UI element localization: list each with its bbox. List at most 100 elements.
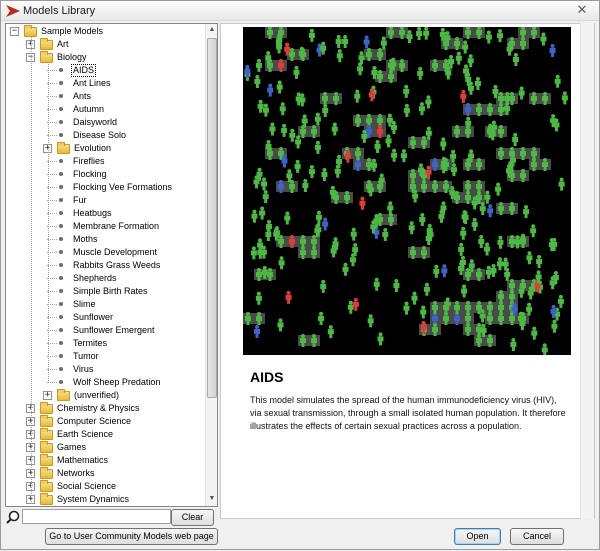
- person-agent: [320, 279, 327, 293]
- tree-item[interactable]: Sunflower: [6, 311, 204, 324]
- model-file-icon: [59, 159, 63, 163]
- model-title: AIDS: [250, 369, 284, 385]
- tree-item-label: Simple Birth Rates: [73, 286, 148, 296]
- person-agent: [400, 149, 407, 163]
- tree-item-label: Chemistry & Physics: [57, 403, 140, 413]
- model-file-icon: [59, 81, 63, 85]
- tree-scroll-thumb[interactable]: [207, 38, 217, 398]
- model-file-icon: [59, 367, 63, 371]
- person-agent: [385, 134, 392, 148]
- person-agent: [460, 89, 467, 103]
- community-models-button[interactable]: Go to User Community Models web page: [45, 528, 218, 545]
- tree-folder[interactable]: + Games: [6, 441, 204, 454]
- tree-item[interactable]: AIDS: [6, 64, 204, 77]
- tree-item[interactable]: Ant Lines: [6, 77, 204, 90]
- tree-item[interactable]: Autumn: [6, 103, 204, 116]
- person-agent: [420, 305, 427, 319]
- person-agent: [276, 80, 283, 94]
- model-file-icon: [59, 380, 63, 384]
- tree-item-label: Daisyworld: [73, 117, 118, 127]
- tree-item[interactable]: Fireflies: [6, 155, 204, 168]
- person-agent: [554, 74, 561, 88]
- person-agent: [257, 238, 264, 252]
- clear-button[interactable]: Clear: [171, 509, 214, 526]
- search-input[interactable]: [22, 509, 171, 524]
- tree-item[interactable]: Flocking Vee Formations: [6, 181, 204, 194]
- person-agent: [387, 201, 394, 215]
- tree-item[interactable]: Moths: [6, 233, 204, 246]
- folder-icon: [57, 142, 70, 154]
- tree-item-label: Slime: [73, 299, 96, 309]
- person-agent: [484, 242, 491, 256]
- tree-item[interactable]: Simple Birth Rates: [6, 285, 204, 298]
- tree-folder[interactable]: + Computer Science: [6, 415, 204, 428]
- tree-folder[interactable]: + Mathematics: [6, 454, 204, 467]
- person-agent: [250, 246, 257, 260]
- model-file-icon: [59, 315, 63, 319]
- close-icon[interactable]: ✕: [572, 3, 592, 19]
- person-agent: [419, 213, 426, 227]
- tree-folder[interactable]: − Sample Models: [6, 25, 204, 38]
- person-agent: [314, 112, 321, 126]
- scroll-down-icon[interactable]: ▼: [206, 493, 217, 505]
- tree-folder[interactable]: + System Dynamics: [6, 493, 204, 506]
- person-agent: [487, 204, 494, 218]
- tree-item[interactable]: Wolf Sheep Predation: [6, 376, 204, 389]
- scroll-up-icon[interactable]: ▲: [206, 24, 217, 36]
- tree-item[interactable]: Flocking: [6, 168, 204, 181]
- tree-scrollbar[interactable]: ▲ ▼: [205, 24, 217, 506]
- tree-folder[interactable]: − Biology: [6, 51, 204, 64]
- collapse-icon[interactable]: −: [10, 27, 19, 36]
- tree-folder[interactable]: + Art: [6, 38, 204, 51]
- person-agent: [294, 159, 301, 173]
- model-file-icon: [59, 120, 63, 124]
- folder-icon: [57, 389, 70, 401]
- tree-folder[interactable]: + Networks: [6, 467, 204, 480]
- folder-icon: [40, 493, 53, 505]
- tree-item[interactable]: Disease Solo: [6, 129, 204, 142]
- tree-item[interactable]: Rabbits Grass Weeds: [6, 259, 204, 272]
- expand-icon[interactable]: +: [43, 391, 52, 400]
- tree-folder[interactable]: + Chemistry & Physics: [6, 402, 204, 415]
- folder-icon: [40, 454, 53, 466]
- tree-item-label: Flocking Vee Formations: [73, 182, 173, 192]
- tree-item[interactable]: Heatbugs: [6, 207, 204, 220]
- folder-icon: [40, 480, 53, 492]
- tree-item[interactable]: Ants: [6, 90, 204, 103]
- open-button[interactable]: Open: [454, 528, 501, 545]
- tree-item[interactable]: Fur: [6, 194, 204, 207]
- tree-item[interactable]: Daisyworld: [6, 116, 204, 129]
- person-agent: [497, 29, 504, 43]
- tree-item-label: Networks: [57, 468, 95, 478]
- tree-item[interactable]: Slime: [6, 298, 204, 311]
- tree-item[interactable]: Muscle Development: [6, 246, 204, 259]
- tree-folder[interactable]: + (unverified): [6, 389, 204, 402]
- person-agent: [558, 177, 565, 191]
- tree-folder[interactable]: + Social Science: [6, 480, 204, 493]
- tree-item-label: Virus: [73, 364, 94, 374]
- model-file-icon: [59, 94, 63, 98]
- person-agent: [471, 217, 478, 231]
- tree-item[interactable]: Sunflower Emergent: [6, 324, 204, 337]
- cancel-button[interactable]: Cancel: [510, 528, 564, 545]
- tree-folder[interactable]: + Earth Science: [6, 428, 204, 441]
- tree-item[interactable]: Membrane Formation: [6, 220, 204, 233]
- person-agent: [549, 43, 556, 57]
- tree-item[interactable]: Virus: [6, 363, 204, 376]
- person-agent: [260, 177, 267, 191]
- person-agent: [540, 32, 547, 46]
- person-agent: [342, 35, 349, 49]
- tree-item[interactable]: Termites: [6, 337, 204, 350]
- person-agent: [262, 103, 269, 117]
- person-agent: [484, 190, 491, 204]
- tree-item-label: Social Science: [57, 481, 117, 491]
- folder-icon: [40, 415, 53, 427]
- person-agent: [259, 206, 266, 220]
- person-agent: [386, 113, 393, 127]
- tree-folder[interactable]: + Evolution: [6, 142, 204, 155]
- preview-scrollbar[interactable]: [580, 23, 594, 519]
- person-agent: [416, 27, 423, 40]
- person-agent: [467, 54, 474, 68]
- tree-item[interactable]: Shepherds: [6, 272, 204, 285]
- tree-item[interactable]: Tumor: [6, 350, 204, 363]
